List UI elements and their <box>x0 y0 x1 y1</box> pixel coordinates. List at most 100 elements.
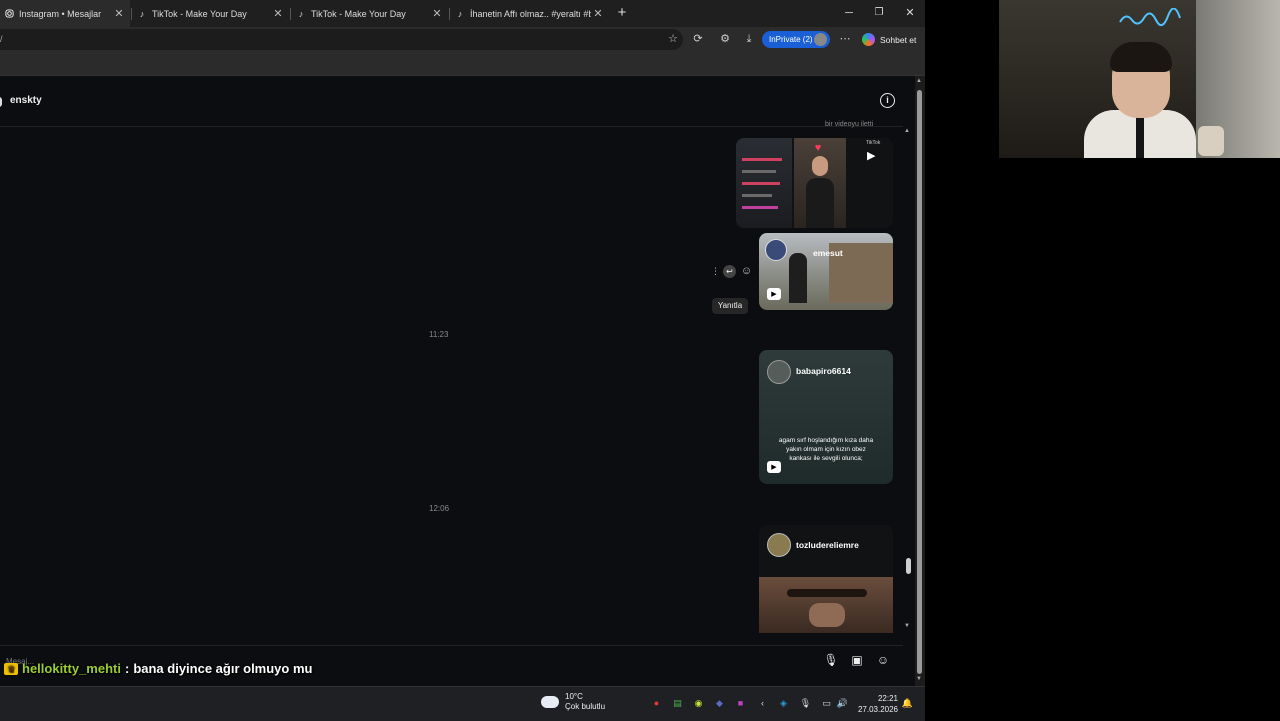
reply-tooltip: Yanıtla <box>712 298 748 314</box>
clock-date: 27.03.2026 <box>857 705 898 714</box>
tiktok-icon: ♪ <box>457 8 463 19</box>
extensions-icon[interactable]: ⟳ <box>691 32 705 46</box>
tray-app-icon[interactable]: ‹ <box>756 697 769 710</box>
tab-title: Instagram • Mesajlar <box>19 8 102 19</box>
favorite-star-icon[interactable]: ☆ <box>666 32 680 46</box>
tab-tiktok-1[interactable]: ♪ TikTok - Make Your Day ✕ <box>133 0 289 27</box>
tab-title: İhanetin Affı olmaz.. #yeraltı #bozk <box>470 8 591 19</box>
close-icon[interactable]: ✕ <box>271 7 285 20</box>
favorites-bar <box>0 53 925 76</box>
stream-chat-message: ♛ hellokitty_mehti : bana diyince ağır o… <box>4 661 312 676</box>
close-icon[interactable]: ✕ <box>430 7 444 20</box>
tab-title: TikTok - Make Your Day <box>311 8 406 19</box>
collections-icon[interactable]: ⚙ <box>718 32 732 46</box>
url-text: / <box>0 34 3 44</box>
scroll-down-icon[interactable]: ▼ <box>916 676 922 682</box>
tab-bar: Instagram • Mesajlar ✕ ♪ TikTok - Make Y… <box>0 0 925 27</box>
reel-thumbnail <box>759 577 893 633</box>
card-username: emesut <box>813 248 843 258</box>
scroll-up-icon[interactable]: ▲ <box>916 78 922 84</box>
cloud-icon <box>541 691 559 708</box>
download-icon[interactable]: ⤓ <box>742 32 756 46</box>
tab-tiktok-2[interactable]: ♪ TikTok - Make Your Day ✕ <box>292 0 448 27</box>
system-clock[interactable]: 22:21 27.03.2026 <box>856 693 898 715</box>
close-icon[interactable]: ✕ <box>591 7 605 20</box>
tab-instagram[interactable]: Instagram • Mesajlar ✕ <box>0 0 130 27</box>
heart-icon: ♥ <box>814 142 822 154</box>
sticker-icon[interactable]: ☺ <box>875 652 891 668</box>
shared-video-card[interactable]: ♥ TikTok ▶ <box>736 138 893 228</box>
tray-app-icon[interactable]: ■ <box>734 697 747 710</box>
tray-app-icon[interactable]: ● <box>650 697 663 710</box>
tab-separator <box>290 8 291 20</box>
neon-sign-icon <box>1119 8 1181 27</box>
chat-sender: hellokitty_mehti <box>22 661 121 676</box>
tray-app-icon[interactable]: ◆ <box>713 697 726 710</box>
weather-widget[interactable]: 10°C Çok bulutlu <box>541 691 606 712</box>
chat-scrollbar-thumb[interactable] <box>906 558 911 574</box>
weather-desc: Çok bulutlu <box>565 702 606 711</box>
instagram-icon <box>4 9 14 19</box>
close-icon[interactable]: ✕ <box>903 6 917 20</box>
image-icon[interactable]: ▣ <box>849 652 865 668</box>
minimize-icon[interactable]: ─ <box>842 7 856 21</box>
scroll-down-icon[interactable]: ▼ <box>904 623 910 629</box>
inprivate-label: InPrivate (2) <box>769 35 813 44</box>
shared-reel-card[interactable]: babapiro6614 agam sırf hoşlandığım kıza … <box>759 350 893 484</box>
tray-app-icon[interactable]: ◉ <box>692 697 705 710</box>
avatar <box>765 239 787 261</box>
emoji-reaction-icon[interactable]: ☺ <box>740 265 753 278</box>
scroll-up-icon[interactable]: ▲ <box>904 128 910 134</box>
chat-text: bana diyince ağır olmuyo mu <box>133 661 313 676</box>
tray-app-icon[interactable]: ▤ <box>671 697 684 710</box>
info-icon[interactable]: i <box>880 93 895 108</box>
network-icon[interactable]: ▭ <box>820 697 833 710</box>
tab-separator <box>131 8 132 20</box>
webcam-person-tie <box>1136 112 1144 158</box>
close-icon[interactable]: ✕ <box>112 7 126 20</box>
play-icon: ▶ <box>867 150 876 162</box>
copilot-label: Sohbet et <box>880 34 917 45</box>
tray-app-icon[interactable]: ◈ <box>777 697 790 710</box>
shared-reel-card[interactable]: tozludereliemre <box>759 525 893 633</box>
chat-separator: : <box>124 661 130 676</box>
chat-header: enskty i <box>0 76 903 127</box>
card-username: babapiro6614 <box>796 366 851 376</box>
play-icon: ▶ <box>767 288 781 300</box>
tiktok-badge: TikTok <box>866 140 881 146</box>
restore-icon[interactable]: ❐ <box>872 7 886 21</box>
message-timestamp: 11:23 <box>429 330 449 339</box>
weather-temp: 10°C <box>565 692 583 701</box>
avatar <box>767 533 791 557</box>
tab-title: TikTok - Make Your Day <box>152 8 247 19</box>
more-menu-icon[interactable]: ⋯ <box>838 32 852 46</box>
more-options-icon[interactable]: ⋮ <box>711 266 720 277</box>
copilot-button[interactable]: Sohbet et <box>862 31 916 48</box>
new-tab-button[interactable]: + <box>614 5 630 21</box>
tab-tiktok-3[interactable]: ♪ İhanetin Affı olmaz.. #yeraltı #bozk ✕ <box>451 0 609 27</box>
inprivate-button[interactable]: InPrivate (2) <box>762 31 830 48</box>
chat-username[interactable]: enskty <box>10 95 42 106</box>
clock-time: 22:21 <box>877 694 898 703</box>
tiktok-icon: ♪ <box>139 8 145 19</box>
shared-reel-card[interactable]: emesut ▶ <box>759 233 893 310</box>
crown-badge-icon: ♛ <box>4 662 18 675</box>
page-scrollbar-thumb[interactable] <box>917 90 922 674</box>
microphone-icon[interactable]: 🎙 <box>823 652 839 668</box>
toolbar: / ☆ ⟳ ⚙ ⤓ InPrivate (2) ⋯ Sohbet et <box>0 27 925 53</box>
webcam-cup <box>1198 126 1224 156</box>
microphone-icon[interactable]: 🎙 <box>799 697 812 710</box>
reply-icon[interactable]: ↩ <box>723 265 736 278</box>
copilot-icon <box>862 33 875 46</box>
notification-bell-icon[interactable]: 🔔 <box>901 697 914 710</box>
video-thumbnail-left <box>736 138 792 228</box>
avatar[interactable] <box>0 97 2 107</box>
address-bar[interactable]: / <box>0 29 683 50</box>
webcam-person-hair <box>1110 42 1172 72</box>
message-timestamp: 12:06 <box>429 504 450 513</box>
card-username: tozludereliemre <box>796 540 859 550</box>
volume-icon[interactable]: 🔊 <box>836 697 849 710</box>
avatar <box>767 360 791 384</box>
profile-avatar <box>814 33 827 46</box>
reel-caption: agam sırf hoşlandığım kıza daha yakın ol… <box>778 437 874 462</box>
